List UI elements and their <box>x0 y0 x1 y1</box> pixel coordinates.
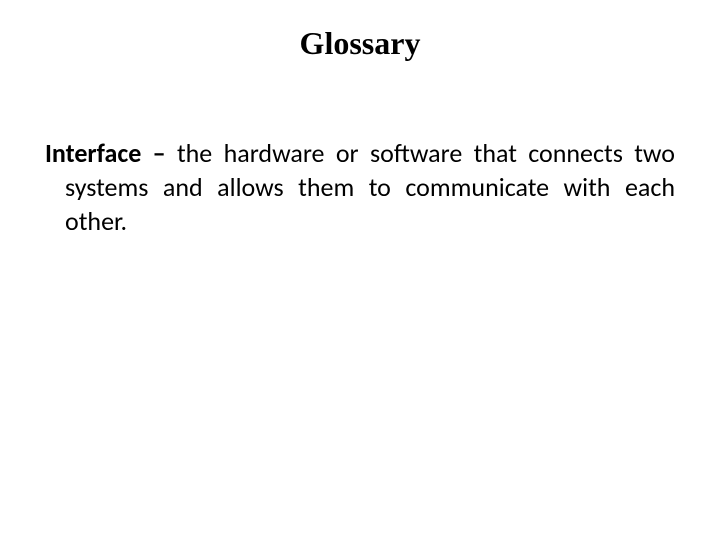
page-title: Glossary <box>45 25 675 62</box>
glossary-term: Interface – <box>45 137 177 169</box>
glossary-entry: Interface – the hardware or software tha… <box>45 137 675 238</box>
